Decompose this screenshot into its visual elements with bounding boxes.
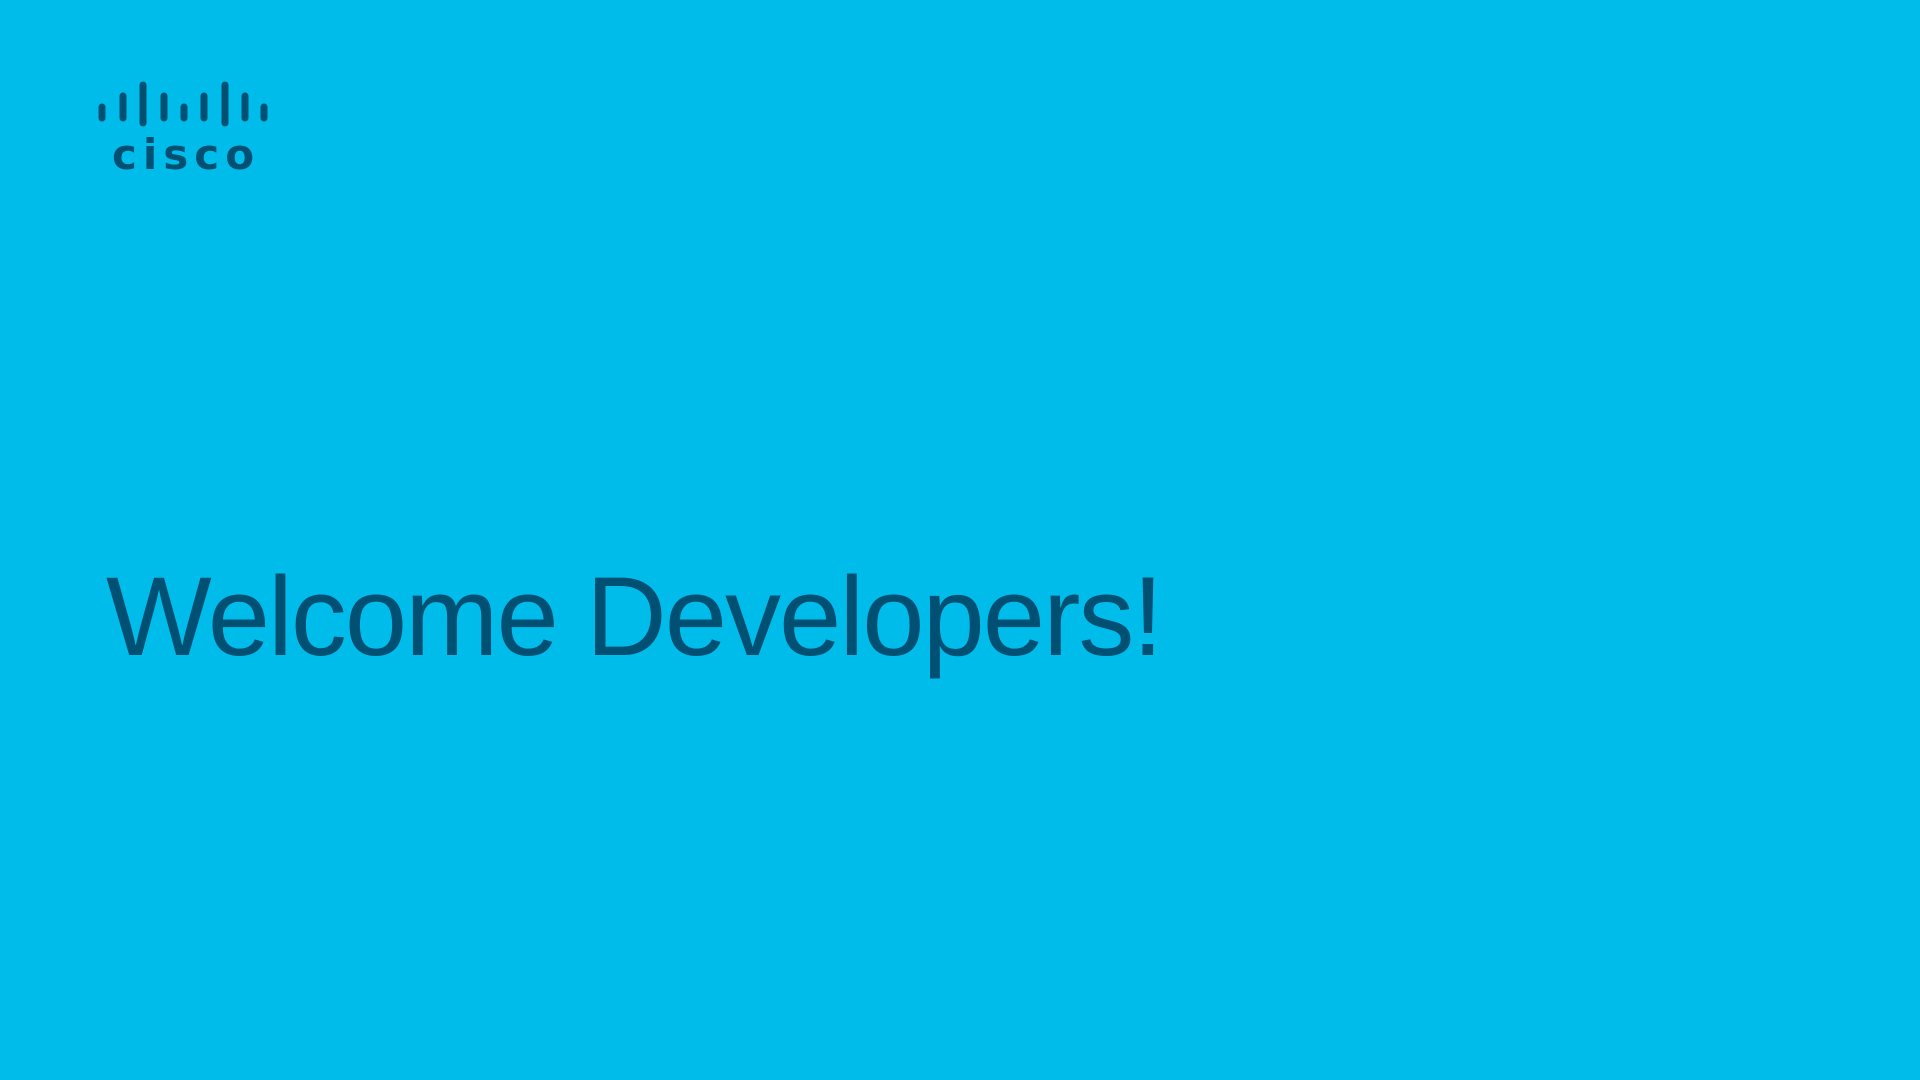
cisco-logo: cisco [98,80,268,176]
cisco-bridge-logo-icon [98,81,268,127]
cisco-wordmark: cisco [112,130,261,179]
welcome-headline: Welcome Developers! [106,554,1163,679]
slide: cisco Welcome Developers! [0,0,1920,1080]
